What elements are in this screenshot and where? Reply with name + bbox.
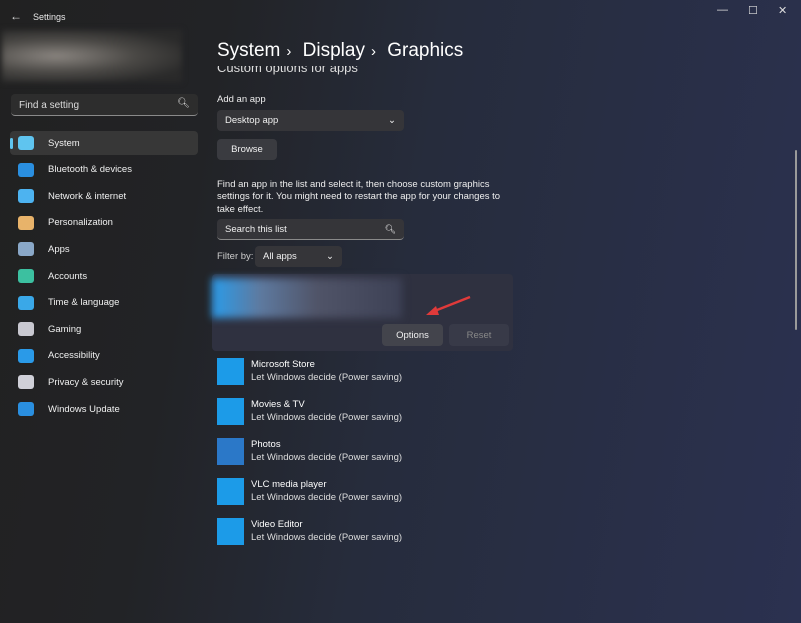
sidebar-item-label: Apps [48,243,70,255]
search-placeholder: Find a setting [19,100,80,111]
breadcrumb-display[interactable]: Display [303,40,365,61]
app-name: VLC media player [251,479,327,490]
bluetooth-devices-icon [18,162,34,177]
sidebar-item-label: Time & language [48,297,120,309]
app-list-item[interactable]: Microsoft Store Let Windows decide (Power… [217,358,402,386]
sidebar-item-accounts[interactable]: Accounts [10,264,198,288]
selected-app-blurred [212,278,402,318]
sidebar-item-accessibility[interactable]: Accessibility [10,344,198,368]
window-title: Settings [33,12,66,22]
search-list-placeholder: Search this list [225,223,287,235]
app-graphics-setting: Let Windows decide (Power saving) [251,532,403,543]
chevron-down-icon: ⌄ [326,251,334,262]
scrollbar[interactable] [795,150,797,330]
app-name: Microsoft Store [251,359,315,370]
options-button[interactable]: Options [382,324,443,346]
sidebar-item-label: Accounts [48,270,88,282]
filter-label: Filter by: [217,251,254,262]
minimize-button[interactable]: — [717,4,728,16]
apps-icon [18,242,34,257]
accounts-icon [18,269,34,283]
accessibility-icon [18,348,34,363]
windows-update-icon [18,402,34,416]
sidebar-item-network-internet[interactable]: Network & internet [10,184,198,208]
personalization-icon [18,215,34,230]
search-icon: 🔍︎ [177,98,190,109]
app-graphics-setting: Let Windows decide (Power saving) [251,412,403,423]
gaming-icon [18,322,34,337]
chevron-right-icon: › [286,43,292,60]
browse-button[interactable]: Browse [217,139,277,160]
user-profile-blurred [2,30,182,82]
app-list-item[interactable]: Video Editor Let Windows decide (Power sa… [217,518,402,546]
photos-icon [217,438,244,465]
sidebar-item-label: Gaming [48,323,82,335]
sidebar-item-label: Network & internet [48,190,127,202]
reset-button: Reset [449,324,509,346]
sidebar-item-label: System [48,137,80,149]
back-arrow-icon[interactable]: ← [10,9,22,23]
description-text: Find an app in the list and select it, t… [217,179,501,215]
sidebar-item-label: Bluetooth & devices [48,164,132,176]
app-list-item[interactable]: Photos Let Windows decide (Power saving) [217,438,402,466]
find-setting-input[interactable]: Find a setting 🔍︎ [11,94,198,116]
sidebar-item-gaming[interactable]: Gaming [10,317,198,341]
app-name: Photos [251,439,281,450]
movies-icon [217,398,244,425]
search-list-input[interactable]: Search this list 🔍︎ [217,219,404,240]
app-graphics-setting: Let Windows decide (Power saving) [251,372,403,383]
app-list-item[interactable]: Movies & TV Let Windows decide (Power sav… [217,398,402,426]
app-name: Video Editor [251,519,303,530]
breadcrumb-graphics: Graphics [387,40,464,61]
breadcrumb: System › Display › Graphics [217,40,469,62]
sidebar-item-privacy-security[interactable]: Privacy & security [10,370,198,394]
app-type-value: Desktop app [225,115,279,126]
sidebar-item-windows-update[interactable]: Windows Update [10,397,198,421]
chevron-right-icon: › [370,43,376,60]
add-app-label: Add an app [217,94,266,105]
filter-value: All apps [263,251,297,262]
red-arrow-annotation [426,295,471,315]
sidebar-item-bluetooth-devices[interactable]: Bluetooth & devices [10,158,198,182]
app-type-dropdown[interactable]: Desktop app ⌄ [217,110,404,131]
app-graphics-setting: Let Windows decide (Power saving) [251,452,403,463]
store-icon [217,358,244,385]
privacy-security-icon [18,375,34,390]
sidebar-item-system[interactable]: System [10,131,198,155]
video-editor-icon [217,518,244,545]
sidebar-item-label: Accessibility [48,350,100,362]
sidebar-item-label: Personalization [48,217,113,229]
system-icon [18,136,34,150]
app-graphics-setting: Let Windows decide (Power saving) [251,492,403,503]
chevron-down-icon: ⌄ [388,115,396,126]
breadcrumb-system[interactable]: System [217,40,280,61]
sidebar-item-time-language[interactable]: Time & language [10,291,198,315]
time-language-icon [18,295,34,310]
filter-dropdown[interactable]: All apps ⌄ [255,246,342,267]
search-icon: 🔍︎ [384,223,396,234]
maximize-button[interactable]: ☐ [748,4,758,17]
vlc-icon [217,478,244,505]
close-button[interactable]: ✕ [778,4,787,17]
app-name: Movies & TV [251,399,305,410]
sidebar-item-label: Privacy & security [48,376,124,388]
network-internet-icon [18,189,34,204]
sidebar-item-apps[interactable]: Apps [10,237,198,261]
sidebar-item-personalization[interactable]: Personalization [10,211,198,235]
section-heading: Custom options for apps [217,60,358,75]
app-list-item[interactable]: VLC media player Let Windows decide (Powe… [217,478,402,506]
sidebar-item-label: Windows Update [48,403,120,415]
